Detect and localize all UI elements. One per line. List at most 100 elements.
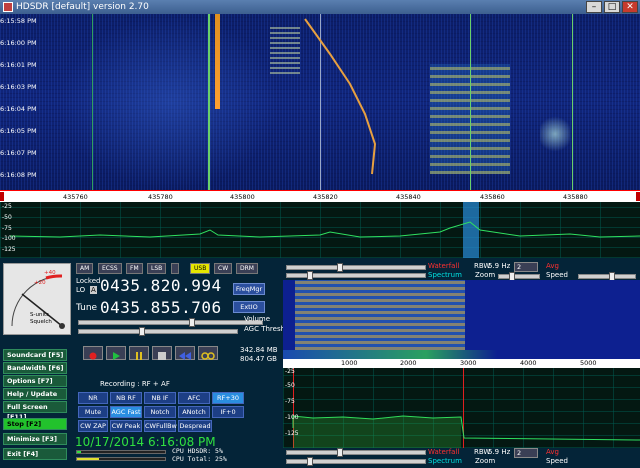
mode-am-button[interactable]: AM [76, 263, 94, 274]
rf-spectrum[interactable]: -25 -50 -75 -100 -125 [0, 202, 640, 258]
s-meter-plus20: +20 [34, 280, 46, 286]
help-update-button[interactable]: Help / Update [F1] [3, 388, 67, 408]
mode-usb-button[interactable]: USB [190, 263, 211, 274]
mode-lsb-button[interactable]: LSB [147, 263, 167, 274]
notch-button[interactable]: Notch [144, 406, 176, 418]
freq-tick: 435800 [230, 193, 255, 201]
avg-select-2[interactable]: 2 [514, 448, 538, 458]
zoom-label-2: Zoom [475, 457, 496, 465]
af-tick: 2000 [400, 359, 417, 367]
extio-button[interactable]: ExtIO [233, 301, 265, 313]
zoom-slider[interactable] [498, 272, 540, 281]
play-button[interactable] [106, 346, 126, 360]
tune-frequency[interactable]: 0435.855.706 [100, 298, 222, 317]
close-window-button[interactable]: ✕ [622, 1, 638, 13]
full-screen-button[interactable]: Full Screen [F11] [3, 401, 67, 421]
rbw-value[interactable]: 5.9 Hz [488, 262, 510, 270]
volume-label: Volume [244, 315, 271, 323]
speed-label-2: Speed [546, 457, 568, 465]
rbw-value-2[interactable]: 5.9 Hz [488, 448, 510, 456]
cpu-total-bar [76, 457, 166, 461]
soundcard-button[interactable]: Soundcard [F5] [3, 349, 67, 361]
scroll-left-marker[interactable] [0, 192, 4, 201]
recording-label: Recording : RF + AF [100, 380, 170, 388]
cw-zap-button[interactable]: CW ZAP [78, 420, 108, 432]
minimize-button[interactable]: Minimize [F3] [3, 433, 67, 445]
time-label: 6:16:07 PM [0, 149, 37, 157]
nb-rf-button[interactable]: NB RF [110, 392, 142, 404]
mode-fm-button[interactable]: FM [126, 263, 143, 274]
nr-button[interactable]: NR [78, 392, 108, 404]
anotch-button[interactable]: ANotch [178, 406, 210, 418]
main-waterfall[interactable]: 6:15:58 PM 6:16:00 PM 6:16:01 PM 6:16:03… [0, 14, 640, 190]
avg-select[interactable]: 2 [514, 262, 538, 272]
drifting-signal-trace [304, 18, 377, 175]
db-label: -125 [2, 246, 16, 253]
nb-if-button[interactable]: NB IF [144, 392, 176, 404]
af-tick: 4000 [520, 359, 537, 367]
rf-gain-button[interactable]: RF+30 [212, 392, 244, 404]
avg-label-2: Avg [546, 448, 559, 456]
record-button[interactable] [83, 346, 103, 360]
waterfall-label: Waterfall [428, 262, 460, 270]
s-meter: +40 +20 S-units Squelch [3, 263, 71, 335]
af-db-label: -125 [285, 430, 299, 437]
minimize-window-button[interactable]: – [586, 1, 602, 13]
spectrum-trace [9, 221, 640, 238]
lo-frequency[interactable]: 0435.820.994 [100, 276, 222, 295]
af-db-label: -75 [285, 398, 295, 405]
db-label: -25 [2, 203, 12, 210]
loop-button[interactable] [198, 346, 218, 360]
stop-button[interactable]: Stop [F2] [3, 418, 67, 430]
maximize-window-button[interactable]: □ [604, 1, 620, 13]
if-gain-button[interactable]: IF+0 [212, 406, 244, 418]
bandwidth-button[interactable]: Bandwidth [F6] [3, 362, 67, 374]
time-label: 6:16:08 PM [0, 171, 37, 179]
time-label: 6:16:04 PM [0, 105, 37, 113]
mode-cw-button[interactable]: CW [214, 263, 233, 274]
speed-label: Speed [546, 271, 568, 279]
rewind-button[interactable] [175, 346, 195, 360]
volume-slider[interactable] [78, 318, 263, 327]
spectrum-slider-2[interactable] [286, 457, 426, 466]
frequency-axis[interactable]: 435760 435780 435800 435820 435840 43586… [0, 190, 640, 202]
freq-tick: 435840 [396, 193, 421, 201]
waterfall-slider-1[interactable] [286, 263, 426, 272]
af-tick: 3000 [460, 359, 477, 367]
mode-ecss-button[interactable]: ECSS [98, 263, 122, 274]
af-waterfall[interactable] [283, 280, 640, 366]
af-db-label: -100 [285, 414, 299, 421]
freq-tick: 435880 [563, 193, 588, 201]
time-label: 6:15:58 PM [0, 17, 37, 25]
spectrum-slider-1[interactable] [286, 271, 426, 280]
s-meter-label: S-units [30, 312, 49, 318]
options-button[interactable]: Options [F7] [3, 375, 67, 387]
lo-label: LO [76, 286, 86, 294]
afc-button[interactable]: AFC [178, 392, 210, 404]
waterfall-slider-2[interactable] [286, 448, 426, 457]
mute-button[interactable]: Mute [78, 406, 108, 418]
af-spectrum[interactable]: -25 -50 -75 -100 -125 [283, 368, 640, 448]
time-label: 6:16:00 PM [0, 39, 37, 47]
locked-label: Locked [76, 277, 101, 285]
scroll-right-marker[interactable] [636, 192, 640, 201]
despread-button[interactable]: Despread [178, 420, 212, 432]
waterfall-label-2: Waterfall [428, 448, 460, 456]
cw-peak-button[interactable]: CW Peak [110, 420, 142, 432]
cw-fullbw-button[interactable]: CWFullBw [144, 420, 177, 432]
agc-threshold-slider[interactable] [78, 327, 238, 336]
lo-a-badge[interactable]: A [90, 286, 97, 294]
pause-button[interactable] [129, 346, 149, 360]
time-label: 6:16:03 PM [0, 83, 37, 91]
agc-threshold-label: AGC Thresh. [244, 325, 288, 333]
mode-drm-button[interactable]: DRM [236, 263, 258, 274]
freq-tick: 435780 [148, 193, 173, 201]
freqmgr-button[interactable]: FreqMgr [233, 283, 265, 295]
cpu-hdsdr: CPU HDSDR: 5% [172, 447, 223, 455]
exit-button[interactable]: Exit [F4] [3, 448, 67, 460]
disk-free: 804.47 GB [240, 355, 277, 363]
agc-fast-button[interactable]: AGC Fast [110, 406, 142, 418]
s-meter-plus40: +40 [44, 270, 56, 276]
stop-playback-button[interactable] [152, 346, 172, 360]
speed-slider[interactable] [578, 272, 636, 281]
